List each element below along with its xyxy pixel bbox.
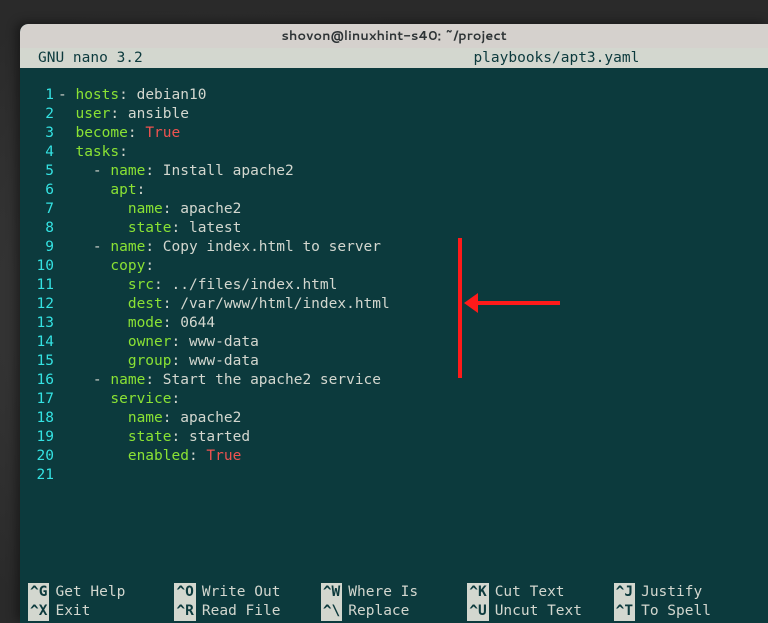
line-number: 16 [20,371,54,390]
menu-key: ^W [321,583,342,602]
line-number: 19 [20,428,54,447]
menu-label: Justify [641,583,702,602]
menu-key: ^R [174,602,195,621]
line-number: 1 [20,86,54,105]
editor-area[interactable]: 123456789101112131415161718192021 - host… [20,68,768,485]
menu-key: ^O [174,583,195,602]
line-number: 17 [20,390,54,409]
code-line[interactable]: user: ansible [58,105,390,124]
line-number: 6 [20,181,54,200]
code-line[interactable]: dest: /var/www/html/index.html [58,295,390,314]
code-line[interactable]: copy: [58,257,390,276]
menu-label: Read File [202,602,281,621]
menu-label: Where Is [348,583,418,602]
menu-label: Exit [55,602,90,621]
nano-header: GNU nano 3.2 playbooks/apt3.yaml [20,48,768,68]
menu-row: ^G Get Help ^O Write Out ^W Where Is ^K Cut Tex… [28,583,760,602]
menu-item[interactable]: ^\ Replace [321,602,467,621]
window-titlebar[interactable]: shovon@linuxhint-s40: ~/project [20,24,768,48]
code-line[interactable]: - name: Install apache2 [58,162,390,181]
menu-row: ^X Exit ^R Read File ^\ Replace ^U Uncut Text ^T… [28,602,760,621]
menu-key: ^G [28,583,49,602]
code-line[interactable]: enabled: True [58,447,390,466]
code-line[interactable]: group: www-data [58,352,390,371]
code-line[interactable]: mode: 0644 [58,314,390,333]
line-number: 18 [20,409,54,428]
menu-label: Uncut Text [495,602,582,621]
line-number: 9 [20,238,54,257]
menu-label: Replace [348,602,409,621]
menu-key: ^K [467,583,488,602]
code-line[interactable]: owner: www-data [58,333,390,352]
code-line[interactable]: - hosts: debian10 [58,86,390,105]
line-number: 14 [20,333,54,352]
line-number: 20 [20,447,54,466]
code-line[interactable]: service: [58,390,390,409]
menu-label: To Spell [641,602,711,621]
line-number: 5 [20,162,54,181]
menu-key: ^X [28,602,49,621]
code-line[interactable]: name: apache2 [58,409,390,428]
menu-key: ^T [614,602,635,621]
nano-version: GNU nano 3.2 [38,48,143,68]
menu-label: Get Help [55,583,125,602]
nano-filename: playbooks/apt3.yaml [143,48,760,68]
menu-item[interactable]: ^G Get Help [28,583,174,602]
code-line[interactable]: - name: Copy index.html to server [58,238,390,257]
window-title: shovon@linuxhint-s40: ~/project [281,27,506,45]
annotation-arrow-icon [420,238,580,388]
code-line[interactable]: - name: Start the apache2 service [58,371,390,390]
line-number: 7 [20,200,54,219]
menu-item[interactable]: ^K Cut Text [467,583,613,602]
menu-item[interactable]: ^T To Spell [614,602,760,621]
line-number: 21 [20,466,54,485]
code-line[interactable]: name: apache2 [58,200,390,219]
code-line[interactable] [58,466,390,485]
menu-label: Write Out [202,583,281,602]
menu-key: ^U [467,602,488,621]
code-line[interactable]: become: True [58,124,390,143]
menu-key: ^\ [321,602,342,621]
line-number: 12 [20,295,54,314]
line-number: 3 [20,124,54,143]
menu-item[interactable]: ^U Uncut Text [467,602,613,621]
menu-item[interactable]: ^W Where Is [321,583,467,602]
code-line[interactable]: state: started [58,428,390,447]
line-number: 2 [20,105,54,124]
line-number: 13 [20,314,54,333]
terminal-window: shovon@linuxhint-s40: ~/project GNU nano… [20,24,768,623]
menu-item[interactable]: ^O Write Out [174,583,320,602]
line-number: 11 [20,276,54,295]
code-line[interactable]: state: latest [58,219,390,238]
code-content[interactable]: - hosts: debian10 user: ansible become: … [58,86,390,485]
code-line[interactable]: tasks: [58,143,390,162]
line-number: 8 [20,219,54,238]
menu-item[interactable]: ^R Read File [174,602,320,621]
line-number-gutter: 123456789101112131415161718192021 [20,86,58,485]
line-number: 15 [20,352,54,371]
line-number: 4 [20,143,54,162]
code-line[interactable]: src: ../files/index.html [58,276,390,295]
menu-key: ^J [614,583,635,602]
line-number: 10 [20,257,54,276]
menu-item[interactable]: ^J Justify [614,583,760,602]
code-line[interactable]: apt: [58,181,390,200]
menu-item[interactable]: ^X Exit [28,602,174,621]
nano-shortcut-menu: ^G Get Help ^O Write Out ^W Where Is ^K Cut Tex… [20,583,768,623]
menu-label: Cut Text [495,583,565,602]
